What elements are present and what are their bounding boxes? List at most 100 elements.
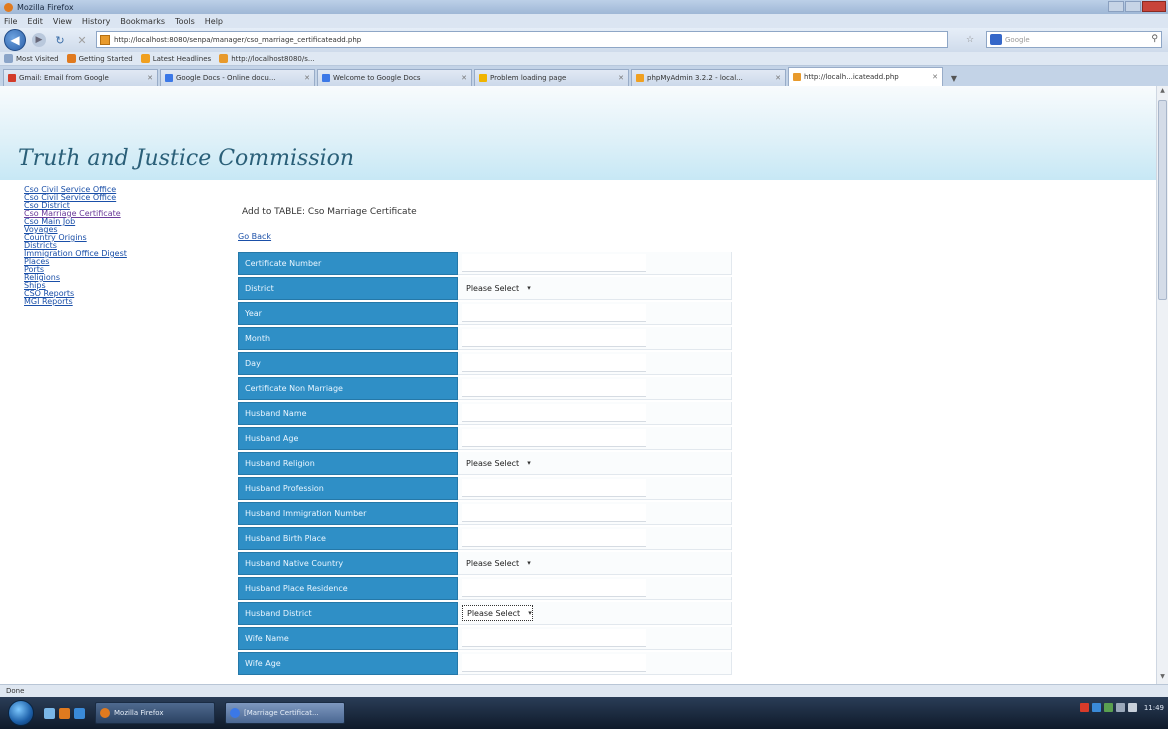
scroll-up-icon[interactable]: ▲ bbox=[1158, 87, 1167, 97]
field-select[interactable]: Please Select ▾ bbox=[462, 555, 531, 571]
field-label-text: Husband Age bbox=[245, 434, 299, 443]
tray-icon[interactable] bbox=[1079, 703, 1089, 712]
field-input[interactable] bbox=[462, 529, 646, 547]
menu-bookmarks[interactable]: Bookmarks bbox=[120, 17, 165, 26]
tab-list-icon[interactable]: ▼ bbox=[945, 71, 963, 86]
tray-icon[interactable] bbox=[1091, 703, 1101, 712]
field-input[interactable] bbox=[462, 329, 646, 347]
bookmark-most-visited[interactable]: Most Visited bbox=[4, 54, 59, 63]
tab-close-icon[interactable]: ✕ bbox=[304, 74, 310, 82]
field-select[interactable]: Please Select ▾ bbox=[462, 280, 531, 296]
field-label: Husband Age bbox=[238, 427, 458, 450]
forward-icon[interactable]: ▶ bbox=[32, 33, 46, 47]
ie-icon[interactable] bbox=[74, 707, 85, 719]
show-desktop-icon[interactable] bbox=[44, 707, 55, 719]
chevron-down-icon[interactable]: ▾ bbox=[527, 559, 531, 567]
reload-icon[interactable]: ↻ bbox=[52, 32, 68, 48]
search-engine-icon[interactable] bbox=[990, 34, 1002, 45]
tab-phpmyadmin[interactable]: phpMyAdmin 3.2.2 - local... ✕ bbox=[631, 69, 786, 86]
start-button[interactable] bbox=[8, 700, 34, 726]
bookmark-icon bbox=[4, 54, 13, 63]
field-input[interactable] bbox=[462, 304, 646, 322]
bookmark-localhost[interactable]: http://localhost8080/s... bbox=[219, 54, 315, 63]
network-icon[interactable] bbox=[1115, 703, 1125, 712]
field-input[interactable] bbox=[462, 429, 646, 447]
menu-bar: File Edit View History Bookmarks Tools H… bbox=[0, 14, 1168, 28]
tab-label: http://localh...icateadd.php bbox=[804, 73, 899, 81]
tab-active-page[interactable]: http://localh...icateadd.php ✕ bbox=[788, 67, 943, 86]
tab-close-icon[interactable]: ✕ bbox=[147, 74, 153, 82]
menu-view[interactable]: View bbox=[53, 17, 72, 26]
taskbar-button-label: Mozilla Firefox bbox=[114, 709, 164, 717]
field-select[interactable]: Please Select ▾ bbox=[462, 605, 533, 621]
tab-google-docs[interactable]: Google Docs - Online docu... ✕ bbox=[160, 69, 315, 86]
word-icon bbox=[230, 708, 240, 718]
stop-icon[interactable]: ✕ bbox=[74, 32, 90, 48]
tab-problem-loading[interactable]: Problem loading page ✕ bbox=[474, 69, 629, 86]
maximize-button[interactable] bbox=[1125, 1, 1141, 12]
chevron-down-icon[interactable]: ▾ bbox=[527, 284, 531, 292]
field-value-cell bbox=[458, 352, 732, 375]
search-bar[interactable]: Google ⚲ bbox=[986, 31, 1162, 48]
field-input[interactable] bbox=[462, 254, 646, 272]
field-input[interactable] bbox=[462, 404, 646, 422]
form-row: Husband Religion Please Select ▾ bbox=[238, 452, 732, 475]
menu-help[interactable]: Help bbox=[205, 17, 223, 26]
menu-edit[interactable]: Edit bbox=[27, 17, 43, 26]
sidebar-item-places[interactable]: Places bbox=[24, 258, 214, 266]
field-label: Certificate Number bbox=[238, 252, 458, 275]
minimize-button[interactable] bbox=[1108, 1, 1124, 12]
taskbar-button-firefox[interactable]: Mozilla Firefox bbox=[95, 702, 215, 724]
field-label-text: Certificate Non Marriage bbox=[245, 384, 343, 393]
sidebar-item-immigration-office-digest[interactable]: Immigration Office Digest bbox=[24, 250, 214, 258]
menu-history[interactable]: History bbox=[82, 17, 110, 26]
tab-close-icon[interactable]: ✕ bbox=[775, 74, 781, 82]
chevron-down-icon[interactable]: ▾ bbox=[528, 609, 532, 617]
field-value-cell bbox=[458, 577, 732, 600]
tab-close-icon[interactable]: ✕ bbox=[618, 74, 624, 82]
tab-welcome-docs[interactable]: Welcome to Google Docs ✕ bbox=[317, 69, 472, 86]
tray-icon[interactable] bbox=[1103, 703, 1113, 712]
scroll-down-icon[interactable]: ▼ bbox=[1158, 673, 1167, 683]
field-value-cell bbox=[458, 402, 732, 425]
field-input[interactable] bbox=[462, 654, 646, 672]
tab-close-icon[interactable]: ✕ bbox=[932, 73, 938, 81]
form-row: Year bbox=[238, 302, 732, 325]
clock: 11:49 bbox=[1143, 703, 1164, 712]
tab-close-icon[interactable]: ✕ bbox=[461, 74, 467, 82]
bookmark-latest-headlines[interactable]: Latest Headlines bbox=[140, 54, 211, 63]
field-select[interactable]: Please Select ▾ bbox=[462, 455, 531, 471]
url-bar[interactable]: http://localhost:8080/senpa/manager/cso_… bbox=[96, 31, 948, 48]
sidebar-item-religions[interactable]: Religions bbox=[24, 274, 214, 282]
tab-gmail[interactable]: Gmail: Email from Google ✕ bbox=[3, 69, 158, 86]
scrollbar-thumb[interactable] bbox=[1158, 100, 1167, 300]
field-input[interactable] bbox=[462, 504, 646, 522]
bookmark-getting-started[interactable]: Getting Started bbox=[66, 54, 133, 63]
vertical-scrollbar[interactable]: ▲ ▼ bbox=[1156, 86, 1168, 684]
field-value-cell: Please Select ▾ bbox=[458, 277, 732, 300]
site-title: Truth and Justice Commission bbox=[18, 146, 355, 171]
field-input[interactable] bbox=[462, 354, 646, 372]
gmail-icon bbox=[8, 74, 16, 82]
field-input[interactable] bbox=[462, 629, 646, 647]
firefox-icon[interactable] bbox=[59, 707, 70, 719]
field-value-cell bbox=[458, 377, 732, 400]
select-value: Please Select bbox=[466, 558, 520, 568]
sidebar-item-mgi-reports[interactable]: MGI Reports bbox=[24, 298, 214, 306]
chevron-down-icon[interactable]: ▾ bbox=[527, 459, 531, 467]
search-placeholder: Google bbox=[1005, 35, 1030, 44]
back-icon[interactable]: ◀ bbox=[4, 29, 26, 51]
field-value-cell bbox=[458, 327, 732, 350]
bookmark-star-icon[interactable]: ☆ bbox=[966, 35, 974, 45]
go-back-link[interactable]: Go Back bbox=[238, 232, 271, 241]
field-input[interactable] bbox=[462, 379, 646, 397]
search-icon[interactable]: ⚲ bbox=[1151, 34, 1158, 44]
field-input[interactable] bbox=[462, 579, 646, 597]
taskbar-button-document[interactable]: [Marriage Certificat... bbox=[225, 702, 345, 724]
form-row: Husband Immigration Number bbox=[238, 502, 732, 525]
menu-file[interactable]: File bbox=[4, 17, 17, 26]
field-input[interactable] bbox=[462, 479, 646, 497]
close-button[interactable] bbox=[1142, 1, 1166, 12]
volume-icon[interactable] bbox=[1127, 703, 1137, 712]
menu-tools[interactable]: Tools bbox=[175, 17, 195, 26]
